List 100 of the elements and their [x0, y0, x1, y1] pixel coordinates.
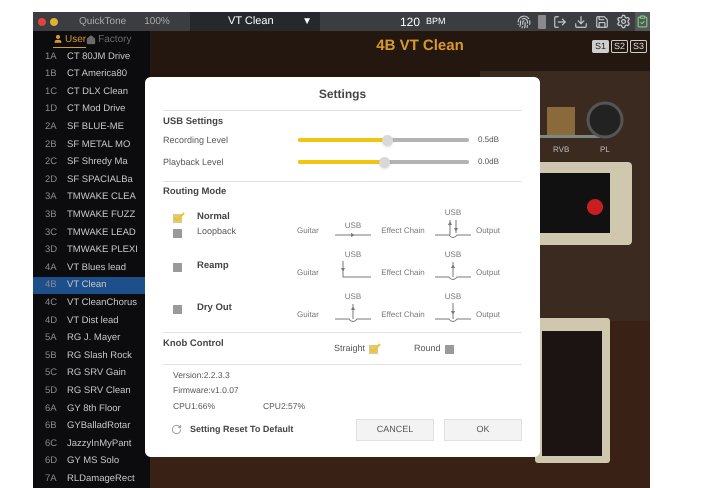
- signal-route-icon: [335, 232, 371, 238]
- minimize-icon[interactable]: [50, 18, 58, 26]
- mode-label: Loopback: [197, 225, 236, 238]
- reset-icon[interactable]: [171, 424, 182, 436]
- save-icon[interactable]: [595, 14, 609, 28]
- preset-name: TMWAKE CLEA: [67, 190, 136, 204]
- clipboard-check-icon: [636, 15, 649, 28]
- app-name: QuickTone: [79, 15, 126, 29]
- preset-name: SF SPACIALBa: [67, 172, 133, 187]
- preset-slot: 1A: [45, 50, 67, 64]
- route-label: Guitar: [297, 308, 320, 320]
- preset-slot: 1C: [45, 84, 67, 100]
- scene-button[interactable]: S2: [610, 40, 628, 52]
- level-slider[interactable]: [298, 156, 469, 168]
- info-text: CPU1:66%: [173, 400, 216, 413]
- effect-label: RVB: [553, 144, 570, 156]
- preset-name: TMWAKE PLEXI: [67, 243, 138, 258]
- preset-name: VT Dist lead: [67, 314, 119, 328]
- preset-slot: 5D: [45, 384, 67, 398]
- preset-dropdown[interactable]: VT Clean ▼: [190, 12, 320, 31]
- preset-slot: 1B: [45, 67, 67, 82]
- checkbox[interactable]: [369, 342, 382, 354]
- ok-button[interactable]: OK: [444, 418, 522, 441]
- slider-reading: 0.0dB: [478, 156, 499, 168]
- route-label: USB: [344, 248, 362, 260]
- preset-item[interactable]: 1B CT America80: [33, 66, 150, 84]
- preset-name: RLDamageRect: [67, 472, 135, 486]
- preset-slot: 4A: [45, 260, 67, 276]
- preset-name: VT Blues lead: [67, 260, 126, 275]
- slider-reading: 0.5dB: [478, 134, 499, 146]
- device-status-button[interactable]: [635, 12, 650, 31]
- preset-slot: 5A: [45, 331, 67, 346]
- tempo-unit: BPM: [426, 14, 446, 28]
- preset-name: GY MS Solo: [67, 454, 120, 468]
- cancel-button[interactable]: CANCEL: [356, 418, 434, 441]
- preset-slot: 4C: [45, 296, 67, 310]
- section-heading: Routing Mode: [163, 185, 228, 200]
- preset-name: GY 8th Floor: [67, 402, 121, 416]
- mode-label: Dry Out: [197, 301, 232, 316]
- route-label: Effect Chain: [380, 224, 426, 236]
- preset-slot: 3B: [45, 208, 67, 222]
- fingerprint-icon[interactable]: [517, 14, 531, 28]
- signal-route-icon: [435, 302, 471, 324]
- preset-name: JazzyInMyPant: [67, 436, 132, 451]
- close-icon[interactable]: [38, 18, 46, 26]
- mode-label: Normal: [197, 210, 230, 224]
- preset-slot: 4D: [45, 314, 67, 328]
- route-label: Output: [476, 266, 500, 279]
- signal-route-icon: [335, 302, 371, 324]
- route-label: USB: [344, 220, 362, 232]
- scene-button[interactable]: S3: [630, 40, 647, 52]
- route-label: USB: [444, 290, 462, 302]
- preset-slot: 3C: [45, 226, 67, 240]
- preset-item[interactable]: 6D GY MS Solo: [33, 452, 150, 470]
- route-label: USB: [444, 206, 462, 218]
- preset-name: RG SRV Gain: [67, 366, 126, 380]
- sidebar-tab[interactable]: User: [53, 32, 86, 48]
- checkbox[interactable]: [173, 226, 185, 238]
- signal-route-icon: [435, 260, 471, 282]
- reset-link[interactable]: Setting Reset To Default: [190, 423, 294, 436]
- preset-title: 4B VT Clean: [376, 36, 464, 56]
- preset-slot: 6C: [45, 436, 67, 451]
- preset-name: SF Shredy Ma: [67, 155, 128, 170]
- checkbox[interactable]: [173, 212, 185, 223]
- level-slider[interactable]: [298, 134, 469, 146]
- checkbox[interactable]: [173, 303, 185, 314]
- preset-slot: 6D: [45, 454, 67, 469]
- settings-icon[interactable]: [616, 14, 631, 29]
- route-label: USB: [444, 248, 462, 260]
- preset-name: CT America80: [67, 67, 128, 82]
- checkbox[interactable]: [173, 261, 185, 272]
- route-label: Output: [476, 224, 500, 237]
- preset-slot: 2C: [45, 155, 67, 170]
- route-label: Guitar: [297, 266, 320, 278]
- route-label: Guitar: [297, 224, 320, 236]
- signal-route-icon: [435, 218, 471, 240]
- preset-item[interactable]: 1A CT 80JM Drive: [33, 48, 150, 66]
- preset-slot: 1D: [45, 102, 67, 117]
- preset-name: RG J. Mayer: [67, 331, 120, 346]
- sidebar-tab[interactable]: Factory: [86, 32, 132, 47]
- preset-slot: 2A: [45, 120, 67, 134]
- preset-name: CT 80JM Drive: [67, 50, 130, 64]
- download-icon[interactable]: [574, 14, 588, 28]
- mode-label: Reamp: [197, 259, 229, 274]
- preset-name: SF BLUE-ME: [67, 120, 124, 134]
- preset-slot: 6B: [45, 419, 67, 434]
- preset-name: CT DLX Clean: [67, 84, 128, 99]
- preset-name: TMWAKE LEAD: [67, 226, 136, 240]
- preset-slot: 4B: [45, 278, 67, 293]
- preset-name: TMWAKE FUZZ: [67, 208, 136, 222]
- checkbox[interactable]: [444, 342, 457, 354]
- section-heading: Knob Control: [163, 336, 225, 350]
- preset-item[interactable]: 7A RLDamageRect: [33, 470, 150, 488]
- tempo-value: 120: [400, 14, 420, 30]
- export-icon[interactable]: [553, 14, 567, 28]
- slider-label: Playback Level: [163, 156, 225, 169]
- route-label: Output: [476, 308, 500, 321]
- section-heading: USB Settings: [163, 115, 224, 129]
- preset-slot: 2B: [45, 138, 67, 152]
- preset-slot: 5C: [45, 366, 67, 381]
